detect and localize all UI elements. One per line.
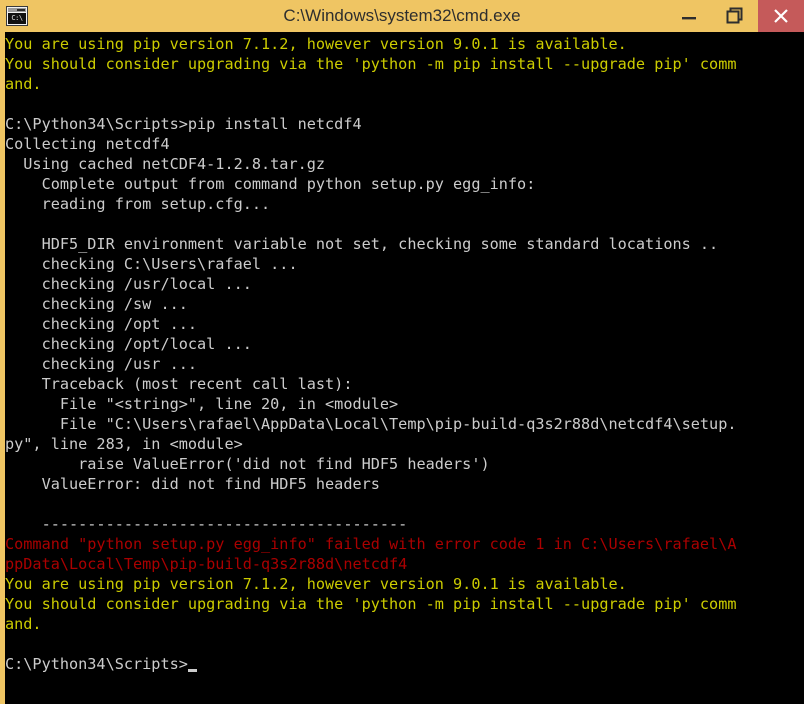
console-line: Complete output from command python setu… xyxy=(5,175,536,193)
console-output-area[interactable]: You are using pip version 7.1.2, however… xyxy=(0,32,804,704)
console-line: C:\Python34\Scripts> xyxy=(5,655,188,673)
console-line: checking /usr/local ... xyxy=(5,275,252,293)
console-line: reading from setup.cfg... xyxy=(5,195,271,213)
console-line: You should consider upgrading via the 'p… xyxy=(5,55,737,73)
console-line: checking /sw ... xyxy=(5,295,188,313)
console-line: You should consider upgrading via the 'p… xyxy=(5,595,737,613)
console-line: checking /opt/local ... xyxy=(5,335,252,353)
console-line: raise ValueError('did not find HDF5 head… xyxy=(5,455,490,473)
console-line: Collecting netcdf4 xyxy=(5,135,170,153)
console-line: ---------------------------------------- xyxy=(5,515,408,533)
console-line: C:\Python34\Scripts>pip install netcdf4 xyxy=(5,115,362,133)
console-text: You are using pip version 7.1.2, however… xyxy=(5,32,737,674)
title-bar[interactable]: C:\ C:\Windows\system32\cmd.exe xyxy=(0,0,804,32)
cmd-window: C:\ C:\Windows\system32\cmd.exe You are … xyxy=(0,0,804,704)
restore-window-icon xyxy=(726,7,743,24)
console-line: ValueError: did not find HDF5 headers xyxy=(5,475,380,493)
console-line: Traceback (most recent call last): xyxy=(5,375,353,393)
console-line: checking C:\Users\rafael ... xyxy=(5,255,298,273)
console-line: HDF5_DIR environment variable not set, c… xyxy=(5,235,719,253)
close-icon xyxy=(774,9,788,23)
console-line: You are using pip version 7.1.2, however… xyxy=(5,35,627,53)
close-button[interactable] xyxy=(758,0,804,32)
text-cursor xyxy=(187,669,197,672)
cmd-console-icon: C:\ xyxy=(6,6,28,26)
console-line: checking /usr ... xyxy=(5,355,198,373)
console-line: py", line 283, in <module> xyxy=(5,435,243,453)
console-line: File "<string>", line 20, in <module> xyxy=(5,395,399,413)
window-controls xyxy=(666,0,804,32)
console-line: checking /opt ... xyxy=(5,315,198,333)
console-line: and. xyxy=(5,75,42,93)
console-line: and. xyxy=(5,615,42,633)
minimize-icon xyxy=(682,17,696,20)
console-line: File "C:\Users\rafael\AppData\Local\Temp… xyxy=(5,415,737,433)
console-line: ppData\Local\Temp\pip-build-q3s2r88d\net… xyxy=(5,555,408,573)
restore-button[interactable] xyxy=(712,0,758,32)
icon-titlebar-stripe xyxy=(8,8,26,12)
icon-screen-glyph: C:\ xyxy=(8,13,26,24)
console-line: Using cached netCDF4-1.2.8.tar.gz xyxy=(5,155,326,173)
console-line: Command "python setup.py egg_info" faile… xyxy=(5,535,737,553)
minimize-button[interactable] xyxy=(666,0,712,32)
console-line: You are using pip version 7.1.2, however… xyxy=(5,575,627,593)
